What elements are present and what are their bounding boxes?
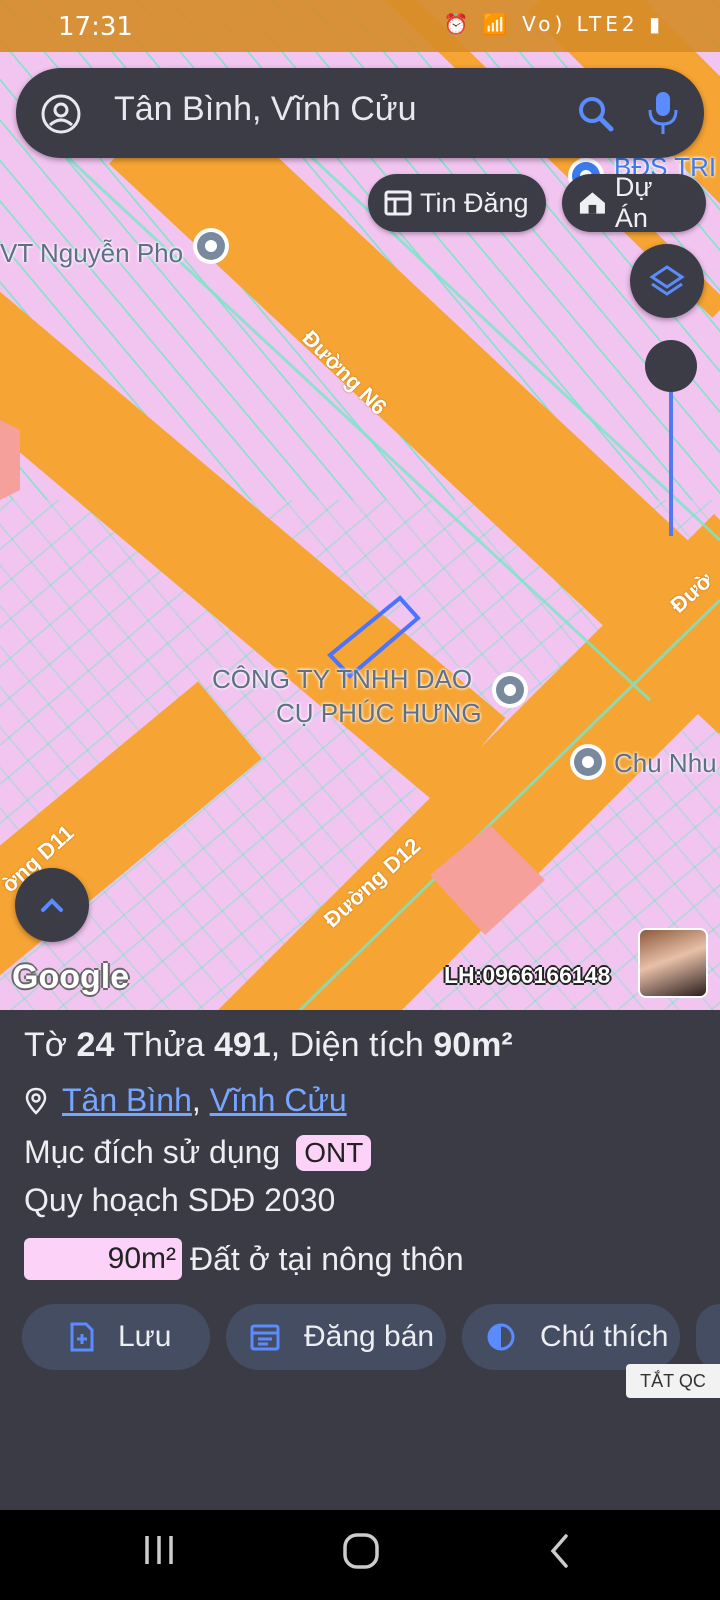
usage-purpose: Mục đích sử dụng ONT — [24, 1134, 372, 1171]
ad-avatar-image[interactable] — [638, 928, 708, 998]
location-pin-icon[interactable] — [191, 226, 231, 274]
post-sale-button-label: Đăng bán — [304, 1320, 435, 1353]
layers-icon — [649, 265, 685, 296]
save-icon — [70, 1322, 94, 1352]
location-pin-icon[interactable] — [568, 742, 608, 790]
poi-label[interactable]: Chu Nhu — [614, 748, 717, 779]
chip-projects[interactable]: Dự Án — [562, 172, 706, 233]
chip-listings[interactable]: Tin Đăng — [368, 174, 546, 232]
contact-watermark: LH:0966166148 — [444, 962, 611, 988]
poi-label[interactable]: VT Nguyễn Pho — [0, 238, 183, 269]
listing-icon — [384, 190, 412, 216]
legend-button-label: Chú thích — [540, 1320, 669, 1353]
search-icon[interactable] — [576, 94, 616, 134]
area-label: Diện tích — [289, 1026, 424, 1064]
calendar-icon — [250, 1324, 280, 1351]
plot-label: Thửa — [123, 1026, 205, 1064]
poi-label[interactable]: CÔNG TY TNHH DAO — [212, 664, 472, 695]
parcel-info-sheet: Tờ 24 Thửa 491, Diện tích 90m² Tân Bình,… — [0, 1010, 720, 1510]
back-button[interactable] — [548, 1532, 572, 1575]
chip-label: Dự Án — [614, 172, 653, 233]
back-icon — [550, 1534, 568, 1568]
plan-title: Quy hoạch SDĐ 2030 — [24, 1182, 336, 1218]
legend-button[interactable]: Chú thích — [462, 1304, 680, 1370]
sheet-number: 24 — [76, 1026, 115, 1064]
chip-label: Tin Đăng — [420, 187, 529, 218]
plan-area-row: 90m² Đất ở tại nông thôn — [24, 1238, 464, 1280]
parcel-location: Tân Bình, Vĩnh Cửu — [24, 1082, 347, 1119]
expand-sheet-button[interactable] — [15, 868, 89, 942]
home-icon — [343, 1533, 379, 1569]
poi-label[interactable]: CỤ PHÚC HƯNG — [276, 698, 482, 729]
status-time: 17:31 — [58, 12, 133, 42]
parcel-summary: Tờ 24 Thửa 491, Diện tích 90m² — [24, 1026, 513, 1064]
district-link[interactable]: Vĩnh Cửu — [210, 1082, 347, 1119]
ward-link[interactable]: Tân Bình — [62, 1082, 192, 1119]
google-attribution: Google — [12, 958, 130, 996]
home-button[interactable] — [342, 1532, 380, 1575]
separator: , — [191, 1082, 201, 1118]
ad-off-button[interactable]: TẮT QC — [626, 1364, 720, 1398]
post-sale-button[interactable]: Đăng bán — [226, 1304, 446, 1370]
save-button-label: Lưu — [118, 1320, 172, 1353]
house-icon — [579, 192, 605, 214]
more-actions-button[interactable] — [696, 1304, 720, 1370]
mic-icon[interactable] — [646, 90, 680, 136]
account-icon[interactable] — [40, 93, 82, 135]
recent-apps-icon — [145, 1536, 173, 1564]
system-nav-bar — [0, 1510, 720, 1600]
plot-number: 491 — [214, 1026, 271, 1064]
location-pin-icon[interactable] — [490, 670, 530, 718]
zoom-slider-track[interactable] — [669, 370, 673, 536]
area-value: 90m² — [433, 1026, 513, 1064]
legend-icon — [487, 1323, 515, 1351]
status-bar: 17:31 ⏰ 📶 Vo) LTE2 ▮ — [0, 0, 720, 52]
chevron-up-icon — [41, 898, 63, 912]
sheet-label: Tờ — [24, 1026, 68, 1064]
usage-label: Mục đích sử dụng — [24, 1134, 281, 1170]
location-icon — [25, 1087, 47, 1115]
status-indicators: ⏰ 📶 Vo) LTE2 ▮ — [443, 12, 664, 36]
recent-apps-button[interactable] — [142, 1532, 176, 1573]
plan-use-label: Đất ở tại nông thôn — [190, 1240, 464, 1277]
zoom-slider-handle[interactable] — [645, 340, 697, 392]
usage-code-badge: ONT — [296, 1134, 372, 1171]
save-button[interactable]: Lưu — [22, 1304, 210, 1370]
search-input[interactable]: Tân Bình, Vĩnh Cửu — [114, 90, 416, 129]
search-bar[interactable]: Tân Bình, Vĩnh Cửu — [16, 68, 704, 158]
plan-area-swatch: 90m² — [24, 1238, 182, 1280]
layers-button[interactable] — [630, 244, 704, 318]
